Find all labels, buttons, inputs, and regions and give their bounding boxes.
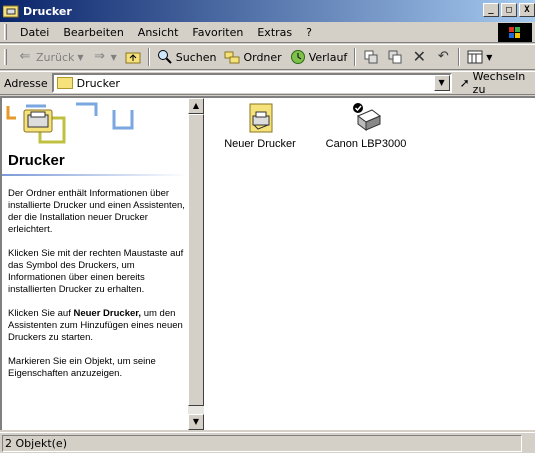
- address-value[interactable]: Drucker: [77, 77, 120, 90]
- menu-extras[interactable]: Extras: [250, 24, 299, 41]
- search-icon: [157, 49, 173, 65]
- status-text: 2 Objekt(e): [2, 434, 522, 452]
- copy-to-button[interactable]: [383, 46, 407, 68]
- folders-label: Ordner: [243, 50, 282, 64]
- file-list: Neuer Drucker Canon LBP3000: [206, 98, 535, 430]
- go-arrow-icon: ➚: [459, 76, 470, 90]
- delete-button[interactable]: ✕: [407, 46, 431, 68]
- new-printer-link[interactable]: Neuer Drucker,: [73, 308, 141, 319]
- scroll-down-button[interactable]: ▼: [188, 414, 204, 430]
- search-button[interactable]: Suchen: [153, 46, 221, 68]
- minimize-button[interactable]: _: [483, 3, 499, 17]
- item-label: Canon LBP3000: [325, 138, 407, 150]
- close-button[interactable]: X: [519, 3, 535, 17]
- menu-ansicht[interactable]: Ansicht: [131, 24, 186, 41]
- back-button[interactable]: ⇐ Zurück ▼: [13, 46, 88, 68]
- undo-button[interactable]: ↶: [431, 46, 455, 68]
- chevron-down-icon: ▼: [486, 52, 493, 62]
- panel-paragraph: Klicken Sie mit der rechten Maustaste au…: [8, 248, 184, 295]
- windows-logo: [498, 23, 532, 42]
- copy-to-icon: [387, 49, 403, 65]
- address-label: Adresse: [4, 76, 48, 90]
- folder-up-icon: [125, 49, 141, 65]
- undo-icon: ↶: [437, 49, 449, 64]
- history-icon: [290, 49, 306, 65]
- panel-paragraph: Klicken Sie auf Neuer Drucker, um den As…: [8, 308, 188, 344]
- views-icon: [467, 49, 483, 65]
- status-bar: 2 Objekt(e): [0, 432, 535, 453]
- panel-text-fragment: Klicken Sie auf: [8, 308, 74, 319]
- main-area: Drucker Der Ordner enthält Informationen…: [0, 96, 535, 430]
- panel-title: Drucker: [8, 152, 65, 169]
- menu-bar: Datei Bearbeiten Ansicht Favoriten Extra…: [0, 22, 535, 43]
- toolbar-separator: [458, 48, 461, 66]
- menu-help[interactable]: ?: [299, 24, 319, 41]
- list-item[interactable]: Canon LBP3000: [316, 102, 416, 150]
- scroll-thumb[interactable]: [188, 114, 204, 406]
- standard-toolbar: ⇐ Zurück ▼ ⇒ ▼ Suchen Ordner Verlauf ✕ ↶…: [0, 44, 535, 70]
- up-button[interactable]: [121, 46, 145, 68]
- go-button[interactable]: ➚ Wechseln zu: [460, 70, 535, 96]
- back-arrow-icon: ⇐: [19, 49, 31, 64]
- forward-button[interactable]: ⇒ ▼: [88, 46, 121, 68]
- maximize-button[interactable]: □: [501, 3, 517, 17]
- history-label: Verlauf: [308, 50, 348, 64]
- panel-description: Der Ordner enthält Informationen über in…: [8, 188, 188, 392]
- menu-datei[interactable]: Datei: [13, 24, 56, 41]
- search-label: Suchen: [175, 50, 217, 64]
- go-label: Wechseln zu: [472, 70, 526, 96]
- printer-folder-icon: [56, 77, 73, 89]
- panel-paragraph: Der Ordner enthält Informationen über in…: [8, 188, 185, 235]
- move-to-icon: [363, 49, 379, 65]
- menu-bearbeiten[interactable]: Bearbeiten: [56, 24, 130, 41]
- chevron-down-icon: ▼: [110, 52, 117, 62]
- toolbar-separator: [147, 48, 150, 66]
- scroll-up-button[interactable]: ▲: [188, 98, 204, 114]
- address-field[interactable]: Drucker ▼: [51, 73, 452, 93]
- toolbar-separator: [354, 48, 357, 66]
- views-button[interactable]: ▼: [463, 46, 496, 68]
- folders-icon: [224, 49, 240, 65]
- menu-favoriten[interactable]: Favoriten: [185, 24, 250, 41]
- panel-scrollbar[interactable]: ▲ ▼: [188, 98, 204, 430]
- panel-divider: [2, 174, 188, 176]
- panel-paragraph: Markieren Sie ein Objekt, um seine Eigen…: [8, 356, 156, 379]
- item-label: Neuer Drucker: [224, 138, 296, 150]
- delete-x-icon: ✕: [412, 47, 426, 66]
- printer-folder-icon: [2, 4, 19, 18]
- list-item[interactable]: Neuer Drucker: [210, 102, 310, 150]
- address-bar: Adresse Drucker ▼ ➚ Wechseln zu: [0, 70, 535, 96]
- move-to-button[interactable]: [359, 46, 383, 68]
- back-label: Zurück: [36, 50, 75, 64]
- chevron-down-icon: ▼: [77, 52, 84, 62]
- printer-icon: [350, 102, 382, 134]
- printers-banner-icon: [6, 100, 156, 148]
- address-dropdown-button[interactable]: ▼: [433, 75, 450, 91]
- title-bar: Drucker _ □ X: [0, 0, 535, 22]
- toolbar-grip[interactable]: [4, 49, 7, 65]
- menu-grip[interactable]: [4, 24, 7, 40]
- web-view-panel: Drucker Der Ordner enthält Informationen…: [2, 98, 188, 430]
- window-title: Drucker: [23, 4, 72, 18]
- forward-arrow-icon: ⇒: [94, 49, 106, 64]
- history-button[interactable]: Verlauf: [286, 46, 352, 68]
- add-printer-icon: [244, 102, 276, 134]
- folders-button[interactable]: Ordner: [220, 46, 285, 68]
